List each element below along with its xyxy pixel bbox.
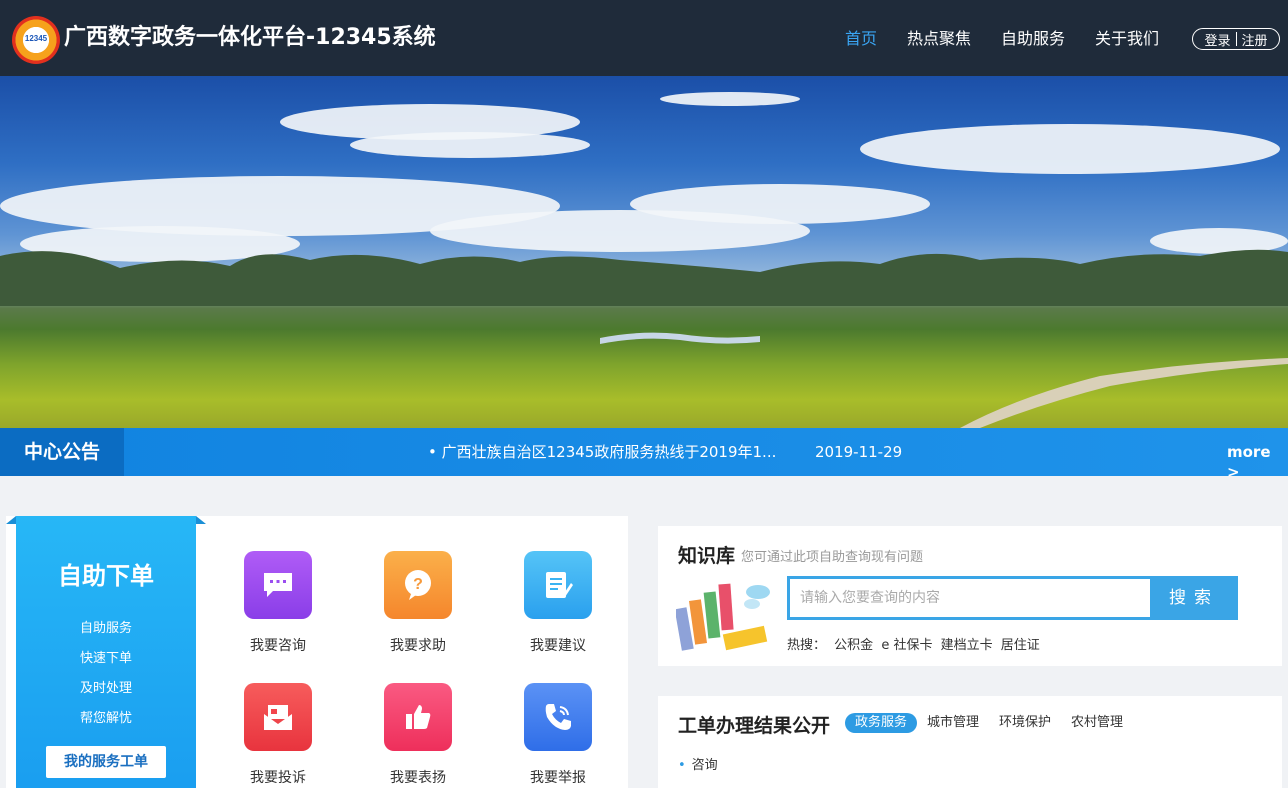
books-icon xyxy=(676,583,770,651)
nav-item-hotspots[interactable]: 热点聚焦 xyxy=(907,28,971,50)
service-label: 我要投诉 xyxy=(250,770,306,786)
mountain-range xyxy=(0,249,1288,306)
announcement-more-link[interactable]: more > xyxy=(1227,442,1288,482)
service-label: 我要求助 xyxy=(390,638,446,654)
service-praise[interactable]: 我要表扬 xyxy=(363,683,473,787)
feature-item: 自助服务 xyxy=(79,621,132,636)
announcement-label: 中心公告 xyxy=(0,428,124,476)
main-nav: 首页 热点聚焦 自助服务 关于我们 xyxy=(845,28,1189,50)
work-order-panel xyxy=(658,696,1282,788)
self-order-title: 自助下单 xyxy=(58,562,154,590)
bullet-icon: • xyxy=(678,758,686,773)
mail-icon[interactable] xyxy=(244,683,312,751)
tab-government-services[interactable]: 政务服务 xyxy=(845,713,918,733)
question-icon[interactable]: ? xyxy=(384,551,452,619)
hot-search-label: 热搜： xyxy=(787,638,827,653)
knowledge-subtitle: 您可通过此项自助查询现有问题 xyxy=(741,550,924,565)
hot-search-term[interactable]: 居住证 xyxy=(1001,638,1040,653)
hot-search-term[interactable]: 建档立卡 xyxy=(941,638,993,653)
service-suggest[interactable]: 我要建议 xyxy=(503,551,613,655)
site-title: 广西数字政务一体化平台-12345系统 xyxy=(64,25,436,50)
service-help[interactable]: ? 我要求助 xyxy=(363,551,473,655)
announcement-bar: 中心公告 • 广西壮族自治区12345政府服务热线于2019年1... 2019… xyxy=(0,428,1288,481)
work-order-tabs: 政务服务 城市管理 环境保护 农村管理 xyxy=(845,713,1133,733)
announcement-link[interactable]: • 广西壮族自治区12345政府服务热线于2019年1... xyxy=(428,442,776,462)
hot-search-row: 热搜： 公积金 e 社保卡 建档立卡 居住证 xyxy=(787,634,1044,653)
logo-text: 12345 xyxy=(24,34,48,43)
register-link[interactable]: 注册 xyxy=(1237,30,1273,49)
river xyxy=(600,332,760,344)
work-order-title: 工单办理结果公开 xyxy=(678,715,831,737)
announcement-date: 2019-11-29 xyxy=(815,443,903,461)
nav-item-self-service[interactable]: 自助服务 xyxy=(1001,28,1065,50)
edit-icon[interactable] xyxy=(524,551,592,619)
hot-search-term[interactable]: 公积金 xyxy=(834,638,873,653)
tab-rural-management[interactable]: 农村管理 xyxy=(1061,713,1133,733)
hot-search-term[interactable]: e 社保卡 xyxy=(881,638,932,653)
top-header: 12345 广西数字政务一体化平台-12345系统 首页 热点聚焦 自助服务 关… xyxy=(0,0,1288,76)
service-label: 我要表扬 xyxy=(390,770,446,786)
field-road xyxy=(960,358,1288,428)
self-order-features: 自助服务 快速下单 及时处理 帮您解忧 xyxy=(16,614,196,734)
knowledge-search-button[interactable]: 搜索 xyxy=(1150,576,1238,620)
my-service-orders-button[interactable]: 我的服务工单 xyxy=(46,746,166,778)
svg-text:?: ? xyxy=(413,576,423,593)
knowledge-search-box xyxy=(787,576,1153,620)
tab-city-management[interactable]: 城市管理 xyxy=(917,713,989,733)
knowledge-title: 知识库 xyxy=(678,545,736,567)
feature-item: 帮您解忧 xyxy=(79,711,132,726)
phone-icon[interactable] xyxy=(524,683,592,751)
nav-item-about[interactable]: 关于我们 xyxy=(1095,28,1159,50)
service-label: 我要举报 xyxy=(530,770,586,786)
tab-environment[interactable]: 环境保护 xyxy=(989,713,1061,733)
nav-item-home[interactable]: 首页 xyxy=(845,28,877,50)
feature-item: 及时处理 xyxy=(79,681,132,696)
service-label: 我要建议 xyxy=(530,638,586,654)
service-consult[interactable]: 我要咨询 xyxy=(223,551,333,655)
auth-box: 登录 注册 xyxy=(1192,28,1280,50)
chat-icon[interactable] xyxy=(244,551,312,619)
thumbs-up-icon[interactable] xyxy=(384,683,452,751)
list-item-label: 咨询 xyxy=(691,758,718,773)
cloud xyxy=(350,132,590,158)
login-link[interactable]: 登录 xyxy=(1199,30,1235,49)
service-report[interactable]: 我要举报 xyxy=(503,683,613,787)
knowledge-search-input[interactable] xyxy=(790,579,1150,617)
service-label: 我要咨询 xyxy=(250,638,306,654)
feature-item: 快速下单 xyxy=(79,651,132,666)
list-item[interactable]: • 咨询 xyxy=(678,754,718,773)
site-logo[interactable]: 12345 xyxy=(12,16,60,64)
hero-banner xyxy=(0,76,1288,428)
service-complain[interactable]: 我要投诉 xyxy=(223,683,333,787)
cloud xyxy=(860,124,1280,174)
cloud xyxy=(660,92,800,106)
